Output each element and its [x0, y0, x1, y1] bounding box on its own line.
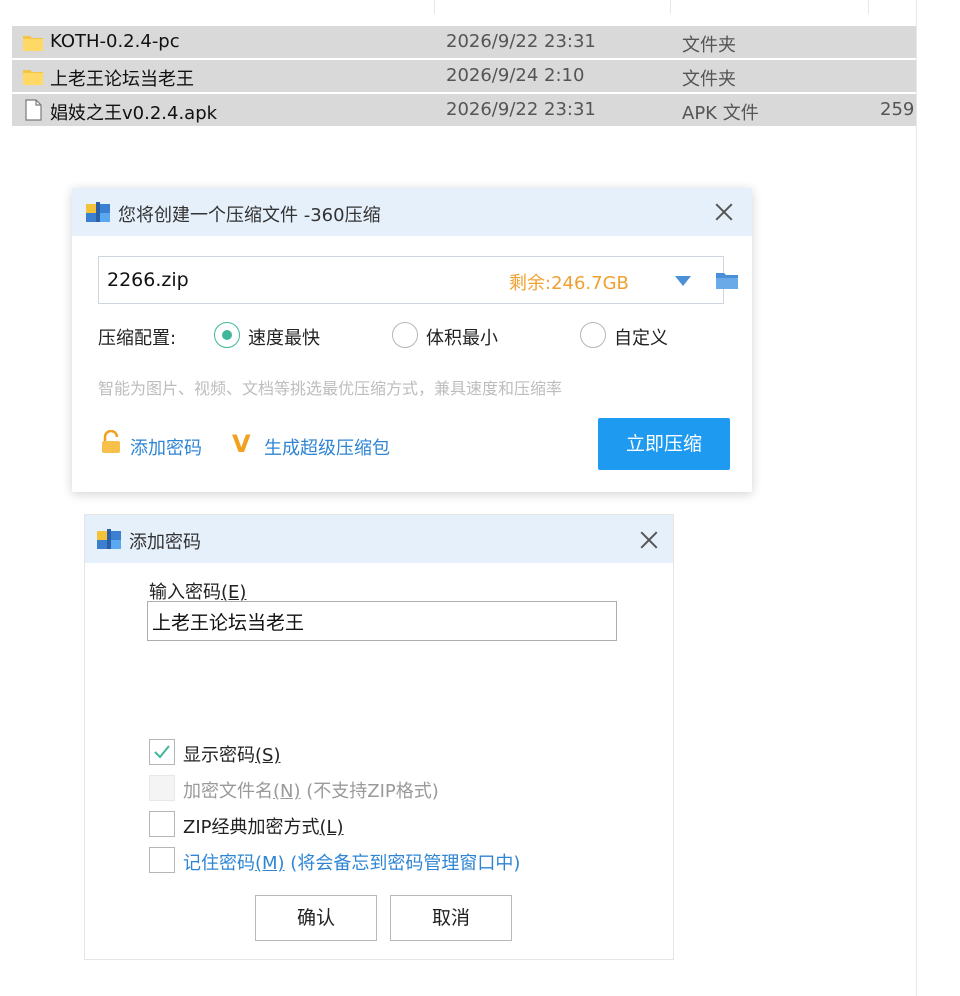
close-icon[interactable]	[637, 528, 661, 552]
file-row[interactable]: 上老王论坛当老王 2026/9/24 2:10 文件夹	[12, 60, 916, 92]
show-password-label[interactable]: 显示密码(S)	[183, 741, 280, 767]
password-input[interactable]	[147, 601, 617, 641]
lock-icon[interactable]	[100, 430, 122, 454]
radio-custom-label[interactable]: 自定义	[614, 324, 668, 350]
file-name: 上老王论坛当老王	[50, 69, 194, 90]
remember-password-checkbox[interactable]	[149, 847, 175, 873]
file-date: 2026/9/24 2:10	[446, 65, 585, 86]
dialog-titlebar[interactable]: 您将创建一个压缩文件 -360压缩	[72, 188, 752, 236]
config-label: 压缩配置:	[98, 328, 177, 349]
file-date: 2026/9/22 23:31	[446, 31, 596, 52]
file-icon	[25, 99, 42, 121]
remember-password-label[interactable]: 记住密码(M) (将会备忘到密码管理窗口中)	[183, 849, 520, 875]
browse-folder-icon[interactable]	[715, 269, 739, 291]
dialog-titlebar[interactable]: 添加密码	[85, 515, 673, 563]
compress-now-button[interactable]: 立即压缩	[598, 418, 730, 470]
dialog-title: 您将创建一个压缩文件 -360压缩	[118, 205, 381, 226]
compress-dialog: 您将创建一个压缩文件 -360压缩 2266.zip 剩余:246.7GB 压缩…	[72, 188, 752, 492]
zip-classic-encryption-checkbox[interactable]	[149, 811, 175, 837]
zip-classic-encryption-label[interactable]: ZIP经典加密方式(L)	[183, 813, 344, 839]
column-divider	[670, 0, 671, 14]
radio-fastest[interactable]	[214, 322, 240, 348]
folder-icon	[23, 36, 43, 51]
add-password-link[interactable]: 添加密码	[130, 434, 202, 460]
ok-button[interactable]: 确认	[255, 895, 377, 941]
encrypt-filenames-checkbox	[149, 775, 175, 801]
file-date: 2026/9/22 23:31	[446, 99, 596, 120]
cancel-button[interactable]: 取消	[390, 895, 512, 941]
file-type: 文件夹	[682, 69, 736, 90]
archive-filename[interactable]: 2266.zip	[107, 269, 189, 291]
checkmark-icon	[154, 745, 170, 759]
dialog-title: 添加密码	[129, 532, 201, 553]
folder-icon	[23, 70, 43, 85]
file-name: KOTH-0.2.4-pc	[50, 31, 180, 52]
file-size: 259	[880, 99, 915, 120]
app-360zip-icon	[97, 529, 121, 549]
column-divider	[868, 0, 869, 14]
compress-hint: 智能为图片、视频、文档等挑选最优压缩方式，兼具速度和压缩率	[98, 379, 563, 398]
close-icon[interactable]	[712, 200, 736, 224]
radio-smallest-label[interactable]: 体积最小	[426, 324, 498, 350]
chevron-down-icon[interactable]	[675, 276, 691, 286]
radio-smallest[interactable]	[392, 322, 418, 348]
file-row[interactable]: KOTH-0.2.4-pc 2026/9/22 23:31 文件夹	[12, 26, 916, 58]
encrypt-filenames-label: 加密文件名(N) (不支持ZIP格式)	[183, 781, 439, 802]
show-password-checkbox[interactable]	[149, 739, 175, 765]
file-type: APK 文件	[682, 103, 759, 124]
file-row[interactable]: 娼妓之王v0.2.4.apk 2026/9/22 23:31 APK 文件 25…	[12, 94, 916, 126]
password-dialog: 添加密码 输入密码(E) 显示密码(S) 加密文件名(N) (不支持ZIP格式)…	[84, 514, 674, 960]
file-type: 文件夹	[682, 35, 736, 56]
radio-custom[interactable]	[580, 322, 606, 348]
pane-divider	[916, 0, 917, 996]
archive-path-field[interactable]: 2266.zip 剩余:246.7GB	[98, 256, 738, 304]
vip-v-icon: V	[232, 430, 251, 458]
column-divider	[434, 0, 435, 14]
super-pack-link[interactable]: 生成超级压缩包	[264, 434, 390, 460]
radio-fastest-label[interactable]: 速度最快	[248, 324, 320, 350]
app-360zip-icon	[86, 202, 110, 222]
file-name: 娼妓之王v0.2.4.apk	[50, 103, 218, 124]
free-space-label: 剩余:246.7GB	[509, 273, 629, 294]
